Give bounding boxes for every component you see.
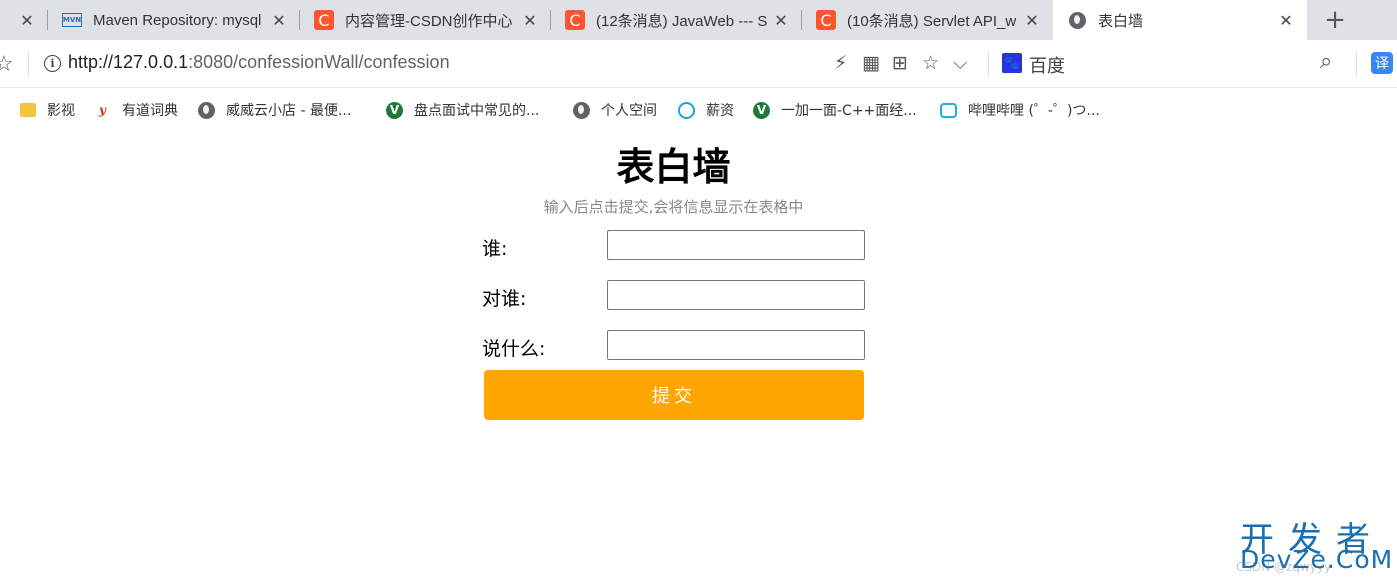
- chevron-down-icon[interactable]: ⌵: [953, 52, 967, 74]
- bookmark-label: 威威云小店 - 最便...: [226, 103, 352, 119]
- form-row-message: 说什么:: [482, 330, 865, 360]
- search-engine-label[interactable]: 百度: [1029, 52, 1065, 78]
- baidu-icon[interactable]: 🐾: [1002, 53, 1022, 73]
- favorite-star-icon[interactable]: ☆: [922, 52, 939, 74]
- bookmark-label: 有道词典: [122, 103, 178, 119]
- toolbar-divider: [988, 52, 989, 76]
- url-path: :8080/confessionWall/confession: [188, 52, 450, 72]
- tab-title: 内容管理-CSDN创作中心: [345, 12, 513, 30]
- maven-icon: MVN: [62, 10, 82, 30]
- maven-logo: MVN: [62, 13, 82, 27]
- csdn-logo: C: [314, 10, 334, 30]
- xinzi-icon: [678, 101, 695, 119]
- csdn-logo: C: [565, 10, 585, 30]
- tab-servlet[interactable]: C (10条消息) Servlet API_w ✕: [802, 0, 1053, 40]
- toolbar-divider: [28, 52, 29, 76]
- folder-icon: [19, 102, 36, 119]
- new-tab-button[interactable]: +: [1320, 5, 1350, 35]
- close-icon[interactable]: ✕: [1023, 11, 1041, 30]
- tab-csdn-creator[interactable]: C 内容管理-CSDN创作中心 ✕: [300, 0, 551, 40]
- close-icon[interactable]: ✕: [772, 11, 790, 30]
- v-shield-icon: V: [753, 101, 770, 119]
- bookmark-label: 哔哩哔哩 (゜-゜)つ...: [968, 103, 1100, 119]
- submit-button[interactable]: 提交: [484, 370, 864, 420]
- tab-title: (12条消息) JavaWeb --- S: [596, 12, 768, 30]
- tab-title: Maven Repository: mysql: [93, 11, 262, 29]
- url-host: http://127.0.0.1: [68, 52, 189, 72]
- globe-icon: [573, 101, 590, 119]
- page-translate-icon[interactable]: ⊞: [892, 52, 908, 74]
- bookmark-item[interactable]: 影视: [19, 99, 75, 121]
- youdao-icon: y: [99, 103, 106, 117]
- message-label: 说什么:: [482, 338, 546, 360]
- bookmark-label: 薪资: [706, 103, 734, 119]
- bookmark-item[interactable]: 威威云小店 - 最便...: [198, 99, 351, 121]
- bookmark-label: 影视: [47, 103, 75, 119]
- from-label: 谁:: [482, 238, 508, 260]
- to-input[interactable]: [607, 280, 865, 310]
- tab-javaweb[interactable]: C (12条消息) JavaWeb --- S ✕: [551, 0, 802, 40]
- tab-partial[interactable]: ✕: [0, 0, 48, 40]
- form-row-from: 谁:: [482, 230, 865, 260]
- bookmark-label: 一加一面-C++面经...: [781, 103, 917, 119]
- bookmark-item[interactable]: 薪资: [678, 99, 734, 121]
- bookmark-star-icon[interactable]: ☆: [0, 52, 14, 77]
- tab-maven[interactable]: MVN Maven Repository: mysql ✕: [48, 0, 300, 40]
- close-icon[interactable]: ✕: [521, 11, 539, 30]
- close-icon[interactable]: ✕: [1277, 11, 1295, 30]
- page-content: 表白墙 输入后点击提交,会将信息显示在表格中 谁: 对谁: 说什么: 提交: [0, 130, 1397, 582]
- close-icon[interactable]: ✕: [18, 11, 36, 30]
- csdn-icon: C: [314, 10, 334, 30]
- search-icon[interactable]: ⌕: [1320, 49, 1332, 74]
- translate-icon[interactable]: 译: [1371, 52, 1393, 74]
- bookmark-item[interactable]: y 有道词典: [94, 99, 178, 121]
- globe-icon: [1067, 10, 1087, 30]
- info-icon[interactable]: i: [44, 55, 61, 72]
- lightning-icon[interactable]: ⚡: [834, 52, 847, 74]
- tab-confession-wall[interactable]: 表白墙 ✕: [1053, 0, 1307, 40]
- address-field[interactable]: http://127.0.0.1:8080/confessionWall/con…: [68, 52, 450, 73]
- form-row-to: 对谁:: [482, 280, 865, 310]
- close-icon[interactable]: ✕: [270, 11, 288, 30]
- page-title: 表白墙: [616, 145, 731, 189]
- address-toolbar: ☆ i http://127.0.0.1:8080/confessionWall…: [0, 40, 1397, 88]
- bookmark-item[interactable]: 个人空间: [573, 99, 657, 121]
- bookmark-label: 个人空间: [601, 103, 657, 119]
- toolbar-divider: [1356, 52, 1357, 76]
- bookmark-label: 盘点面试中常见的...: [414, 103, 540, 119]
- bookmark-item[interactable]: V 一加一面-C++面经...: [753, 99, 917, 121]
- csdn-icon: C: [816, 10, 836, 30]
- bilibili-icon: [940, 102, 957, 119]
- bookmark-item[interactable]: 哔哩哔哩 (゜-゜)つ...: [940, 99, 1100, 121]
- csdn-icon: C: [565, 10, 585, 30]
- to-label: 对谁:: [482, 288, 527, 310]
- qr-code-icon[interactable]: ▦: [862, 52, 880, 74]
- tab-strip: ✕ MVN Maven Repository: mysql ✕ C 内容管理-C…: [0, 0, 1397, 40]
- v-shield-icon: V: [386, 101, 403, 119]
- page-subtitle: 输入后点击提交,会将信息显示在表格中: [543, 198, 804, 216]
- bookmark-item[interactable]: V 盘点面试中常见的...: [386, 99, 539, 121]
- message-input[interactable]: [607, 330, 865, 360]
- csdn-logo: C: [816, 10, 836, 30]
- bookmarks-bar: 影视 y 有道词典 威威云小店 - 最便... V 盘点面试中常见的... 个人…: [0, 89, 1397, 129]
- watermark-bottom: DevZe.CoM: [1240, 545, 1394, 574]
- tab-title: (10条消息) Servlet API_w: [847, 12, 1017, 30]
- globe-icon: [198, 101, 215, 119]
- from-input[interactable]: [607, 230, 865, 260]
- tab-title: 表白墙: [1098, 12, 1144, 30]
